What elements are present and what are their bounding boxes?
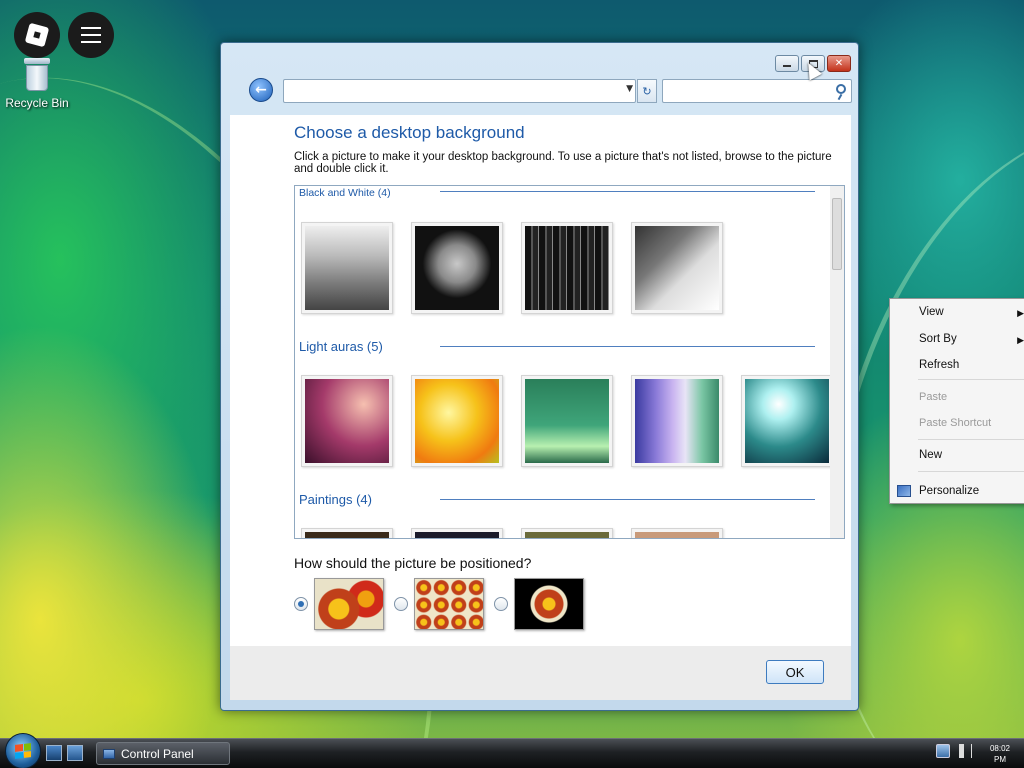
desktop-context-menu: View ▶ Sort By ▶ Refresh Paste Paste Sho… bbox=[889, 298, 1024, 504]
wallpaper-thumb[interactable] bbox=[631, 375, 723, 467]
wallpaper-gallery[interactable]: Black and White (4) ^ Light auras (5) ^ bbox=[294, 185, 845, 539]
menu-separator bbox=[918, 471, 1024, 472]
menu-item-refresh[interactable]: Refresh bbox=[919, 359, 959, 371]
personalize-icon bbox=[897, 485, 911, 497]
taskbar-item-control-panel[interactable]: Control Panel bbox=[96, 742, 230, 765]
position-radio-center[interactable] bbox=[494, 597, 508, 611]
wallpaper-thumb[interactable] bbox=[411, 528, 503, 538]
close-button[interactable]: ✕ bbox=[827, 55, 851, 72]
page-description: Click a picture to make it your desktop … bbox=[294, 151, 832, 175]
clock-time: 08:02 bbox=[989, 744, 1011, 753]
center-preview-icon[interactable] bbox=[514, 578, 584, 630]
scrollbar-thumb[interactable] bbox=[832, 198, 842, 270]
recycle-bin-label: Recycle Bin bbox=[5, 96, 69, 110]
recycle-bin-shortcut[interactable]: Recycle Bin bbox=[4, 58, 70, 110]
wallpaper-thumb[interactable] bbox=[631, 222, 723, 314]
group-header-black-and-white[interactable]: Black and White (4) bbox=[299, 187, 391, 199]
clock[interactable]: 08:02 PM bbox=[980, 743, 1020, 765]
control-panel-icon bbox=[103, 748, 115, 759]
minimize-button[interactable] bbox=[775, 55, 799, 72]
thumb-row-light-auras bbox=[301, 375, 833, 467]
refresh-button[interactable]: ↻ bbox=[637, 79, 657, 103]
position-option-center[interactable] bbox=[494, 578, 584, 630]
group-header-paintings[interactable]: Paintings (4) bbox=[299, 492, 372, 507]
wallpaper-thumb[interactable] bbox=[411, 222, 503, 314]
menu-item-paste-shortcut[interactable]: Paste Shortcut bbox=[919, 417, 991, 429]
menu-item-paste[interactable]: Paste bbox=[919, 391, 947, 403]
address-bar[interactable]: ▼ bbox=[283, 79, 636, 103]
thumb-row-black-and-white bbox=[301, 222, 723, 314]
wallpaper-thumb[interactable] bbox=[521, 375, 613, 467]
position-question: How should the picture be positioned? bbox=[294, 555, 532, 571]
menu-item-personalize[interactable]: Personalize bbox=[919, 485, 979, 497]
ok-button[interactable]: OK bbox=[766, 660, 824, 684]
start-button[interactable] bbox=[5, 733, 41, 768]
wallpaper-thumb[interactable] bbox=[301, 222, 393, 314]
system-tray bbox=[936, 744, 972, 758]
address-dropdown-icon[interactable]: ▼ bbox=[626, 84, 633, 94]
group-header-light-auras[interactable]: Light auras (5) bbox=[299, 339, 383, 354]
submenu-arrow-icon: ▶ bbox=[1017, 335, 1024, 345]
menu-item-sort-by[interactable]: Sort By bbox=[919, 333, 957, 345]
wallpaper-thumb[interactable] bbox=[411, 375, 503, 467]
dialog-footer: OK bbox=[230, 646, 851, 700]
wallpaper-thumb[interactable] bbox=[631, 528, 723, 538]
clock-ampm: PM bbox=[994, 755, 1006, 764]
group-divider bbox=[440, 346, 815, 347]
gallery-scrollbar[interactable] bbox=[830, 186, 844, 538]
hamburger-icon bbox=[81, 27, 101, 43]
content-pane: Choose a desktop background Click a pict… bbox=[230, 115, 851, 646]
show-desktop-icon[interactable] bbox=[46, 745, 62, 761]
back-arrow-icon: ← bbox=[255, 82, 267, 98]
menu-separator bbox=[918, 439, 1024, 440]
position-radio-tile[interactable] bbox=[394, 597, 408, 611]
network-icon[interactable] bbox=[936, 744, 950, 758]
menu-button[interactable] bbox=[68, 12, 114, 58]
tile-preview-icon[interactable] bbox=[414, 578, 484, 630]
submenu-arrow-icon: ▶ bbox=[1017, 308, 1024, 318]
group-divider bbox=[440, 499, 815, 500]
roblox-button[interactable] bbox=[14, 12, 60, 58]
taskbar: Control Panel 08:02 PM bbox=[0, 733, 1024, 768]
wallpaper-thumb[interactable] bbox=[301, 528, 393, 538]
menu-item-new[interactable]: New bbox=[919, 449, 942, 461]
recycle-bin-icon bbox=[24, 58, 50, 92]
wallpaper-thumb[interactable] bbox=[741, 375, 833, 467]
roblox-logo-icon bbox=[24, 22, 50, 48]
fit-preview-icon[interactable] bbox=[314, 578, 384, 630]
back-button[interactable]: ← bbox=[249, 78, 273, 102]
taskbar-item-label: Control Panel bbox=[121, 746, 194, 761]
page-title: Choose a desktop background bbox=[294, 123, 525, 142]
wallpaper-thumb[interactable] bbox=[521, 528, 613, 538]
position-options bbox=[294, 578, 584, 630]
group-divider bbox=[440, 191, 815, 192]
switch-windows-icon[interactable] bbox=[67, 745, 83, 761]
refresh-icon: ↻ bbox=[642, 84, 652, 98]
thumb-row-paintings bbox=[301, 528, 723, 538]
volume-icon[interactable] bbox=[958, 744, 972, 758]
position-option-tile[interactable] bbox=[394, 578, 484, 630]
personalize-window: ✕ ← ▼ ↻ Choose a desktop background Clic… bbox=[220, 42, 859, 711]
menu-item-view[interactable]: View bbox=[919, 306, 944, 318]
close-icon: ✕ bbox=[834, 58, 844, 69]
wallpaper-thumb[interactable] bbox=[301, 375, 393, 467]
position-radio-fit[interactable] bbox=[294, 597, 308, 611]
minimize-icon bbox=[783, 65, 791, 67]
windows-flag-icon bbox=[15, 743, 31, 759]
search-input[interactable] bbox=[662, 79, 852, 103]
position-option-fit[interactable] bbox=[294, 578, 384, 630]
search-icon[interactable] bbox=[836, 84, 846, 94]
menu-separator bbox=[918, 379, 1024, 380]
wallpaper-thumb[interactable] bbox=[521, 222, 613, 314]
